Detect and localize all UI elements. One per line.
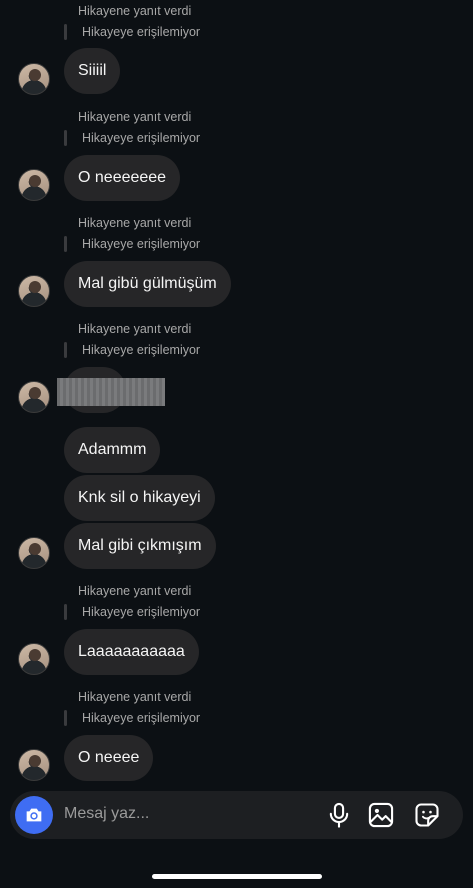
camera-button[interactable] [15,796,53,834]
story-reply-label: Hikayene yanıt verdi [78,584,192,598]
story-unavailable-label[interactable]: Hikayeye erişilemiyor [82,131,200,145]
message-bubble[interactable]: Adammm [64,427,161,473]
message-bubble[interactable]: Siiiil [64,48,121,94]
story-reply-label: Hikayene yanıt verdi [78,4,192,18]
avatar[interactable] [18,63,50,95]
redacted-message [57,378,165,406]
message-bubble[interactable]: Laaaaaaaaaaa [64,629,199,675]
avatar[interactable] [18,169,50,201]
message-bubble[interactable]: Mal gibü gülmüşüm [64,261,231,307]
message-bubble[interactable]: Knk sil o hikayeyi [64,475,215,521]
gallery-icon[interactable] [367,801,395,829]
story-unavailable-label[interactable]: Hikayeye erişilemiyor [82,25,200,39]
story-quote-bar [64,24,67,40]
camera-icon [26,808,42,822]
home-indicator[interactable] [152,874,322,879]
message-bubble[interactable]: O neeeeeee [64,155,181,201]
story-quote-bar [64,604,67,620]
avatar[interactable] [18,275,50,307]
avatar[interactable] [18,749,50,781]
story-quote-bar [64,236,67,252]
story-quote-bar [64,342,67,358]
story-reply-label: Hikayene yanıt verdi [78,690,192,704]
avatar[interactable] [18,537,50,569]
message-bubble[interactable]: Mal gibi çıkmışım [64,523,216,569]
microphone-icon[interactable] [325,801,353,829]
story-reply-label: Hikayene yanıt verdi [78,216,192,230]
avatar[interactable] [18,643,50,675]
sticker-icon[interactable] [413,801,441,829]
story-unavailable-label[interactable]: Hikayeye erişilemiyor [82,237,200,251]
story-unavailable-label[interactable]: Hikayeye erişilemiyor [82,605,200,619]
story-unavailable-label[interactable]: Hikayeye erişilemiyor [82,711,200,725]
story-reply-label: Hikayene yanıt verdi [78,322,192,336]
story-quote-bar [64,130,67,146]
message-input[interactable]: Mesaj yaz... [64,805,149,823]
story-reply-label: Hikayene yanıt verdi [78,110,192,124]
story-unavailable-label[interactable]: Hikayeye erişilemiyor [82,343,200,357]
avatar[interactable] [18,381,50,413]
message-composer: Mesaj yaz... [10,791,463,839]
story-quote-bar [64,710,67,726]
message-bubble[interactable]: O neeee [64,735,154,781]
